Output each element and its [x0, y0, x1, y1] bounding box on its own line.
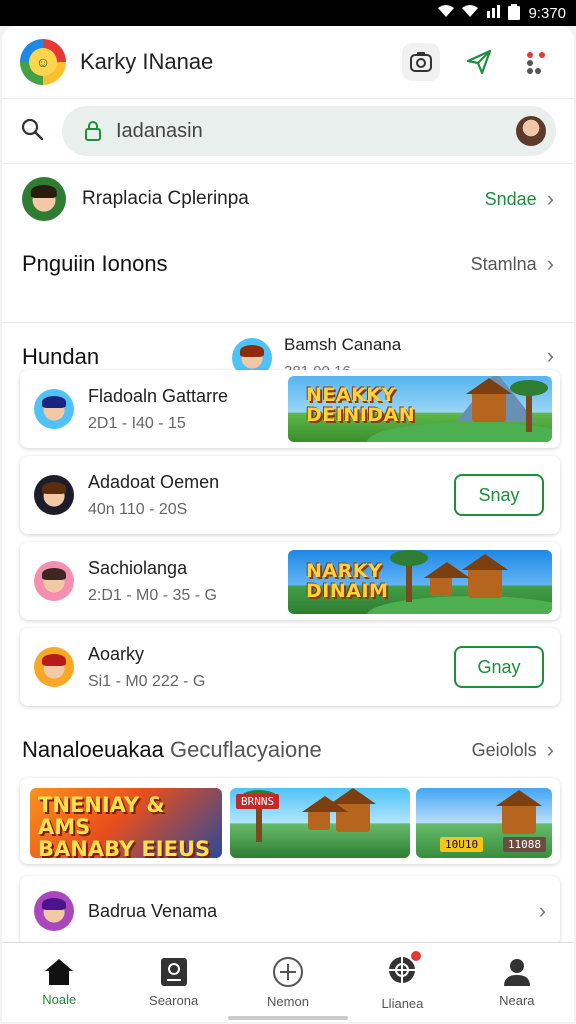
app-screen: ☺ Karky INanae Rraplacia Cplerinpa — [2, 26, 574, 1022]
section-see-all-link[interactable]: Geiolols › — [472, 739, 554, 761]
nav-home[interactable]: Noale — [2, 943, 116, 1022]
game-tile[interactable]: TNENIAY & AMS BANABY EIEUS — [30, 788, 222, 858]
list-item-name: Aoarky — [88, 643, 145, 664]
send-icon — [466, 49, 492, 75]
game-tile-title: TNENIAY & AMS BANABY EIEUS — [38, 793, 211, 858]
list-item[interactable]: Adadoat Oemen 40n 110 - 20S Snay — [20, 456, 560, 534]
game-tile-tag: 11088 — [502, 837, 546, 852]
nav-label: Searona — [149, 993, 199, 1008]
person-icon — [503, 959, 530, 986]
more-button[interactable] — [518, 43, 556, 81]
chevron-right-icon: › — [546, 737, 554, 762]
list-item[interactable]: Fladoaln Gattarre 2D1 - I40 - 15 NEAKKY D… — [20, 370, 560, 448]
list-item[interactable]: Aoarky Si1 - M0 222 - G Gnay — [20, 628, 560, 706]
game-tile[interactable]: BRNNS — [230, 788, 410, 858]
game-tile[interactable]: 10U10 11088 — [416, 788, 552, 858]
banner-title: NARKY DINAIM — [306, 560, 389, 602]
lock-icon — [85, 121, 101, 141]
list-item-meta: 40n 110 - 20S — [88, 500, 188, 518]
game-strip: TNENIAY & AMS BANABY EIEUS BRNNS 10U10 11… — [20, 778, 560, 864]
nav-search[interactable]: Searona — [116, 943, 230, 1022]
app-logo[interactable]: ☺ — [20, 39, 66, 85]
camera-icon — [410, 52, 432, 72]
list-item-name: Fladoaln Gattarre — [88, 385, 229, 406]
game-tile-tag: BRNNS — [236, 794, 280, 809]
wifi-icon — [438, 5, 455, 21]
search-field[interactable] — [62, 106, 556, 156]
home-indicator — [228, 1016, 348, 1020]
banner-title: NEAKKY DEINIDAN — [306, 384, 416, 426]
featured-name: Bamsh Canana — [284, 335, 402, 354]
profile-link-label: Sndae — [484, 188, 537, 209]
send-button[interactable] — [460, 43, 498, 81]
chevron-right-icon: › — [538, 898, 546, 923]
list-item-name: Badrua Venama — [88, 900, 218, 921]
more-dots-icon — [527, 52, 545, 74]
status-bar: 9:370 — [0, 0, 576, 26]
chevron-right-icon: › — [546, 343, 554, 368]
section-title: Pnguiin Ionons — [22, 251, 168, 276]
game-banner[interactable]: NARKY DINAIM — [288, 550, 552, 614]
nav-label: Neara — [499, 993, 535, 1008]
profile-row[interactable]: Rraplacia Cplerinpa Sndae › — [2, 172, 574, 226]
top-bar: ☺ Karky INanae — [2, 26, 574, 98]
user-avatar[interactable] — [516, 116, 546, 146]
nav-add[interactable]: Nemon — [231, 943, 345, 1022]
list-item[interactable]: Badrua Venama › — [20, 876, 560, 946]
nav-label: Llianea — [381, 995, 424, 1011]
search-icon[interactable] — [20, 117, 50, 146]
add-circle-icon — [273, 957, 304, 987]
section-header: Nanaloeuakaa Gecuflacyaione Geiolols › — [2, 730, 574, 770]
avatar — [34, 389, 74, 429]
section-link-label: Stamlna — [470, 253, 537, 274]
list-item-meta: 2:D1 - M0 - 35 - G — [88, 586, 217, 604]
section-see-all-link[interactable]: Stamlna › — [471, 253, 554, 275]
profile-link[interactable]: Sndae › — [485, 188, 554, 210]
list-item-name: Sachiolanga — [88, 557, 188, 578]
chevron-right-icon: › — [546, 186, 554, 211]
list-item-name: Adadoat Oemen — [88, 471, 220, 492]
status-time: 9:370 — [528, 4, 566, 22]
avatar — [22, 177, 66, 221]
nav-label: Nemon — [267, 994, 309, 1009]
chevron-right-icon: › — [546, 251, 554, 276]
list-item-meta: Si1 - M0 222 - G — [88, 672, 206, 690]
list-item-meta: 2D1 - I40 - 15 — [88, 414, 186, 432]
signal-icon — [462, 5, 479, 21]
profile-name: Rraplacia Cplerinpa — [82, 188, 249, 209]
avatar — [34, 891, 74, 931]
search-input[interactable] — [116, 119, 516, 143]
app-title: Karky INanae — [80, 49, 214, 74]
nav-profile[interactable]: Neara — [460, 943, 574, 1022]
bottom-nav: Noale Searona Nemon Llianea Neara — [2, 942, 574, 1022]
search-row — [2, 98, 574, 164]
game-banner[interactable]: NEAKKY DEINIDAN — [288, 376, 552, 442]
section-subtitle: Gecuflacyaione — [170, 737, 322, 762]
home-icon — [45, 959, 74, 985]
avatar — [34, 561, 74, 601]
search-icon — [160, 958, 187, 986]
section-link-label: Geiolols — [471, 739, 537, 760]
avatar — [34, 647, 74, 687]
featured-section-title: Hundan — [22, 343, 100, 369]
list-item[interactable]: Sachiolanga 2:D1 - M0 - 35 - G NARKY DINA… — [20, 542, 560, 620]
section-title: Nanaloeuakaa Gecuflacyaione — [22, 737, 322, 762]
nav-label: Noale — [42, 992, 77, 1007]
play-button[interactable]: Snay — [454, 474, 544, 516]
logo-face-icon: ☺ — [29, 48, 57, 76]
camera-button[interactable] — [402, 43, 440, 81]
nav-explore[interactable]: Llianea — [345, 943, 459, 1022]
section-header: Pnguiin Ionons Stamlna › — [2, 244, 574, 284]
notification-badge — [409, 948, 424, 963]
network-icon — [486, 5, 501, 21]
avatar — [34, 475, 74, 515]
game-tile-tag: 10U10 — [440, 837, 484, 852]
battery-icon — [508, 3, 521, 23]
play-button[interactable]: Gnay — [454, 646, 544, 688]
